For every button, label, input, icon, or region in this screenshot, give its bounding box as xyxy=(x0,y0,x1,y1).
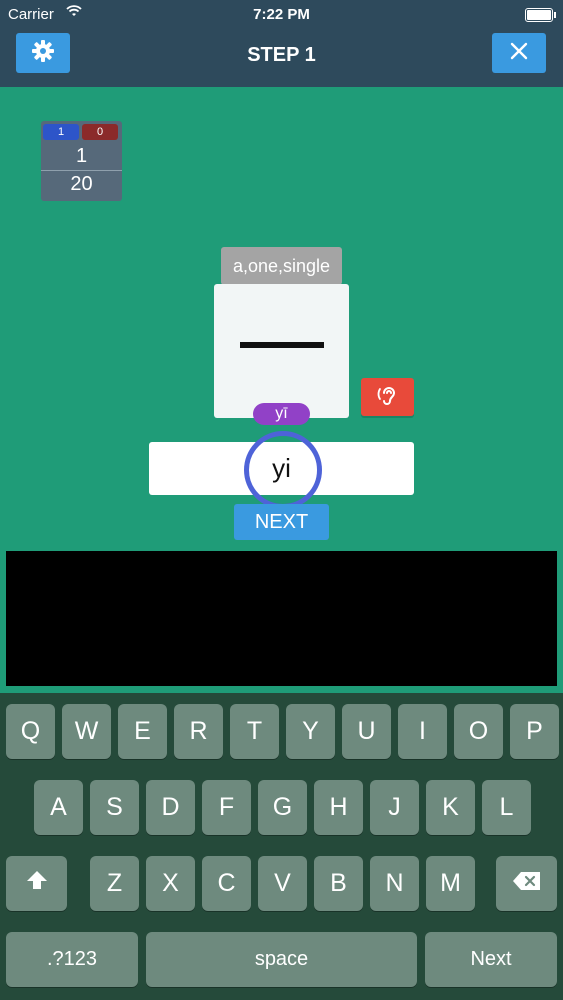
chinese-character xyxy=(240,342,324,348)
key-l[interactable]: L xyxy=(482,780,531,835)
ear-icon xyxy=(376,383,400,412)
key-o[interactable]: O xyxy=(454,704,503,759)
key-y[interactable]: Y xyxy=(286,704,335,759)
key-d[interactable]: D xyxy=(146,780,195,835)
total-questions: 20 xyxy=(70,173,93,195)
close-icon xyxy=(510,42,528,65)
key-g[interactable]: G xyxy=(258,780,307,835)
shift-key[interactable] xyxy=(6,856,67,911)
listen-button[interactable] xyxy=(361,378,414,416)
key-e[interactable]: E xyxy=(118,704,167,759)
close-button[interactable] xyxy=(492,33,546,73)
key-h[interactable]: H xyxy=(314,780,363,835)
key-f[interactable]: F xyxy=(202,780,251,835)
wrong-count-badge: 0 xyxy=(82,124,118,140)
keyboard: QWERTYUIOP ASDFGHJKL ZXCVBNM .?123 space… xyxy=(0,693,563,1000)
key-c[interactable]: C xyxy=(202,856,251,911)
numbers-key[interactable]: .?123 xyxy=(6,932,138,987)
key-k[interactable]: K xyxy=(426,780,475,835)
key-w[interactable]: W xyxy=(62,704,111,759)
key-r[interactable]: R xyxy=(174,704,223,759)
backspace-key[interactable] xyxy=(496,856,557,911)
key-p[interactable]: P xyxy=(510,704,559,759)
current-question-number: 1 xyxy=(75,145,88,167)
key-j[interactable]: J xyxy=(370,780,419,835)
correct-count-badge: 1 xyxy=(43,124,79,140)
key-v[interactable]: V xyxy=(258,856,307,911)
score-panel: 1 0 1 20 xyxy=(41,121,122,201)
clock: 7:22 PM xyxy=(253,6,310,23)
shift-icon xyxy=(25,856,49,911)
answer-text[interactable]: yi xyxy=(149,442,414,495)
battery-icon xyxy=(525,8,556,22)
nav-bar: STEP 1 xyxy=(0,30,563,87)
key-x[interactable]: X xyxy=(146,856,195,911)
character-card xyxy=(214,284,349,418)
status-bar: Carrier 7:22 PM xyxy=(0,0,563,30)
key-u[interactable]: U xyxy=(342,704,391,759)
meaning-tooltip: a,one,single xyxy=(221,247,342,292)
backspace-icon xyxy=(512,856,542,911)
pinyin-label: yī xyxy=(253,403,310,425)
key-q[interactable]: Q xyxy=(6,704,55,759)
keyboard-next-key[interactable]: Next xyxy=(425,932,557,987)
key-m[interactable]: M xyxy=(426,856,475,911)
score-divider xyxy=(41,170,122,171)
key-i[interactable]: I xyxy=(398,704,447,759)
key-s[interactable]: S xyxy=(90,780,139,835)
key-b[interactable]: B xyxy=(314,856,363,911)
next-button[interactable]: NEXT xyxy=(234,504,329,540)
ad-banner-area xyxy=(6,551,557,686)
space-key[interactable]: space xyxy=(146,932,417,987)
key-z[interactable]: Z xyxy=(90,856,139,911)
key-a[interactable]: A xyxy=(34,780,83,835)
key-t[interactable]: T xyxy=(230,704,279,759)
page-title: STEP 1 xyxy=(247,44,316,66)
key-n[interactable]: N xyxy=(370,856,419,911)
